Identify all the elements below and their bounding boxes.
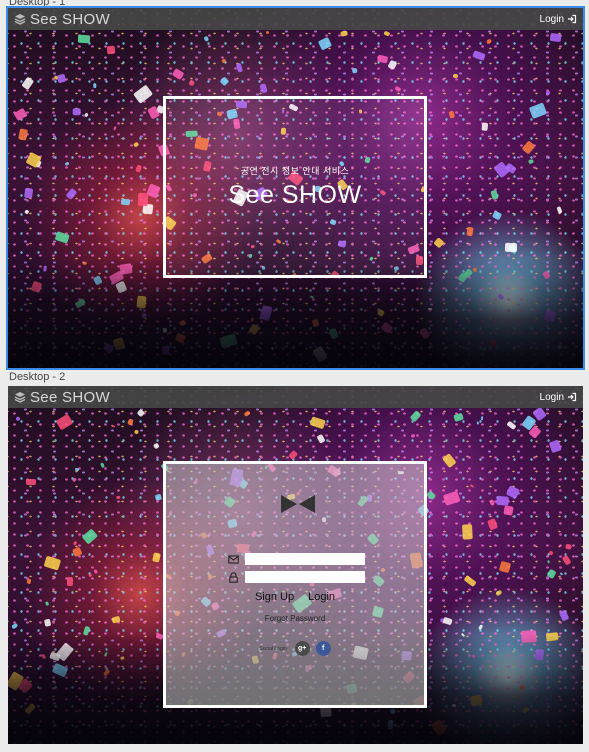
artboard-label-desktop-2: Desktop - 2 (9, 371, 66, 383)
facebook-icon: f (321, 645, 325, 652)
confetti-piece (351, 68, 358, 74)
confetti-piece (481, 121, 488, 131)
confetti-piece (476, 420, 479, 425)
top-navigation-bar: See SHOW Login (8, 386, 583, 408)
brand-name: See SHOW (30, 10, 110, 28)
forgot-password-link[interactable]: Forgot Password (166, 614, 424, 623)
password-field[interactable] (245, 571, 365, 583)
hero-subtitle: 공연 전시 정보 안내 서비스 (240, 166, 350, 176)
top-navigation-bar: See SHOW Login (8, 8, 583, 30)
google-login-button[interactable]: g+ (294, 641, 310, 656)
email-field[interactable] (245, 553, 365, 565)
brand-name: See SHOW (30, 388, 110, 406)
brand[interactable]: See SHOW (14, 389, 110, 406)
login-arrow-icon (568, 392, 577, 402)
password-row (228, 571, 365, 583)
login-link-label: Login (539, 391, 564, 403)
brand[interactable]: See SHOW (14, 11, 110, 28)
artboard-desktop-2[interactable]: See SHOW Login Sign Up Login Forgot Pass… (8, 386, 583, 744)
login-button[interactable]: Login (308, 591, 335, 603)
layers-icon (14, 14, 26, 25)
bowtie-logo-icon (281, 495, 315, 513)
artboard-label-desktop-1: Desktop - 1 (9, 0, 66, 8)
hero-card: 공연 전시 정보 안내 서비스 See SHOW (163, 96, 427, 278)
confetti-piece (502, 505, 514, 516)
auth-buttons: Sign Up Login (166, 591, 424, 603)
confetti-piece (137, 192, 149, 207)
google-plus-icon: g+ (297, 645, 307, 652)
signup-button[interactable]: Sign Up (255, 591, 294, 603)
artboard-desktop-1[interactable]: See SHOW Login 공연 전시 정보 안내 서비스 See SHOW (6, 6, 585, 370)
confetti-piece (453, 73, 459, 78)
confetti-piece (72, 108, 81, 116)
confetti-piece (504, 242, 517, 253)
lock-icon (229, 571, 238, 583)
hero-title: See SHOW (228, 181, 362, 209)
login-link-label: Login (539, 13, 564, 25)
confetti-piece (448, 110, 455, 119)
social-login-label: Social Login (259, 645, 287, 652)
mail-icon (228, 554, 239, 564)
login-arrow-icon (568, 14, 577, 24)
confetti-piece (66, 576, 74, 587)
layers-icon (14, 392, 26, 403)
login-link[interactable]: Login (540, 392, 577, 403)
confetti-piece (92, 82, 97, 88)
confetti-piece (106, 45, 116, 55)
confetti-piece (25, 478, 36, 485)
social-login-row: Social Login g+ f (166, 641, 424, 656)
login-link[interactable]: Login (540, 14, 577, 25)
confetti-piece (77, 34, 91, 44)
confetti-piece (461, 523, 473, 540)
login-card: Sign Up Login Forgot Password Social Log… (163, 461, 427, 708)
confetti-piece (465, 226, 474, 237)
confetti-piece (496, 495, 510, 507)
email-row (228, 553, 365, 565)
facebook-login-button[interactable]: f (315, 641, 331, 656)
confetti-piece (120, 198, 130, 206)
confetti-piece (545, 90, 551, 95)
